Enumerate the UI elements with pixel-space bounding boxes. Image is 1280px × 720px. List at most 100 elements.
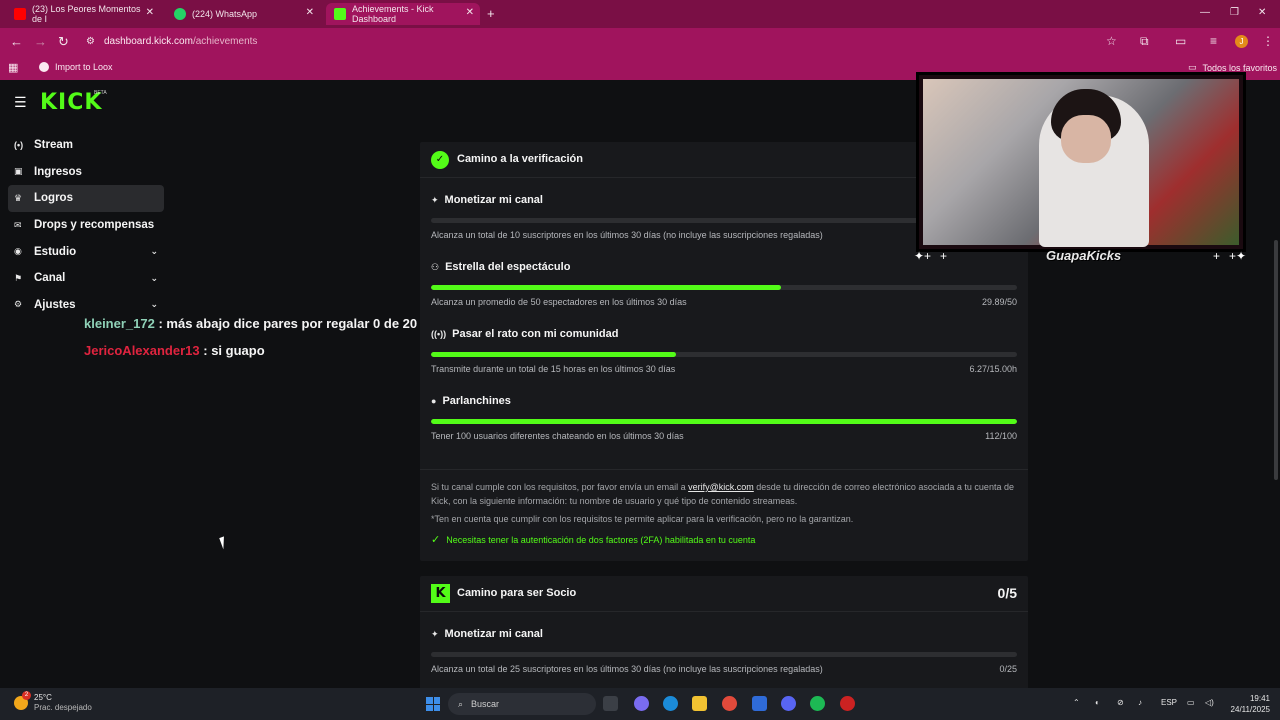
sidebar-item-logros[interactable]: ♛ Logros — [8, 185, 164, 212]
maximize-icon[interactable]: ❐ — [1230, 7, 1239, 18]
star-icon[interactable]: ☆ — [1106, 34, 1117, 48]
tray-app-icon[interactable]: ◐ — [1095, 698, 1100, 707]
mouse-cursor — [219, 534, 233, 550]
edge-icon[interactable] — [663, 696, 678, 711]
app-icon[interactable] — [840, 696, 855, 711]
file-explorer-icon[interactable] — [692, 696, 707, 711]
sidebar-item-label: Ajustes — [34, 298, 76, 311]
achievement-title: ✦ Monetizar mi canal — [431, 628, 543, 640]
sidebar-item-canal[interactable]: ⚑ Canal ⌄ — [8, 265, 164, 292]
achievement-title: ((•)) Pasar el rato con mi comunidad — [431, 328, 618, 340]
youtube-icon — [14, 8, 26, 20]
apps-grid-icon[interactable]: ▦ — [8, 61, 18, 74]
achievement-item: ✦ Monetizar mi canal Alcanza un total de … — [420, 612, 1028, 679]
achievement-item: ● Parlanchines Tener 100 usuarios diferen… — [420, 379, 1028, 446]
chevron-down-icon[interactable]: ⌄ — [150, 299, 158, 310]
chat-separator: : — [199, 343, 212, 358]
taskbar-search[interactable]: ⌕ Buscar — [448, 693, 596, 715]
weather-widget[interactable]: 2 25°C Prac. despejado — [14, 691, 92, 713]
sparkle-icon: + — [1213, 249, 1221, 263]
close-icon[interactable]: ✕ — [466, 7, 474, 18]
achievement-item: ⚇ Estrella del espectáculo Alcanza un pro… — [420, 245, 1028, 312]
sidebar-item-label: Ingresos — [34, 165, 82, 178]
sidebar-item-ajustes[interactable]: ⚙ Ajustes ⌄ — [8, 292, 164, 319]
kick-icon — [334, 8, 346, 20]
beta-badge: BETA — [94, 90, 107, 96]
sidebar-item-drops[interactable]: ✉ Drops y recompensas — [8, 212, 164, 239]
twofa-text: Necesitas tener la autenticación de dos … — [446, 534, 756, 545]
achievement-title: ● Parlanchines — [431, 395, 511, 407]
chrome-icon[interactable] — [722, 696, 737, 711]
close-icon[interactable]: ✕ — [306, 7, 314, 18]
forward-icon[interactable]: → — [34, 34, 47, 49]
viewers-icon: ⚇ — [431, 261, 440, 272]
broadcast-icon: ((•)) — [431, 329, 447, 339]
extensions-icon[interactable]: ⧉ — [1140, 34, 1149, 49]
achievement-title-text: Estrella del espectáculo — [445, 261, 571, 273]
sun-icon: 2 — [14, 691, 31, 710]
url-domain: dashboard.kick.com — [104, 36, 193, 47]
chat-message: JericoAlexander13 : si guapo — [84, 343, 265, 358]
task-view-icon[interactable] — [603, 696, 618, 711]
chevron-down-icon[interactable]: ⌄ — [150, 273, 158, 284]
menu-kebab-icon[interactable]: ⋮ — [1262, 34, 1274, 48]
store-icon[interactable] — [752, 696, 767, 711]
bookmark-label: Todos los favoritos — [1202, 62, 1278, 73]
minimize-icon[interactable]: — — [1200, 7, 1210, 18]
achievement-description: Alcanza un total de 10 suscriptores en l… — [431, 230, 823, 240]
achievement-value: 0/25 — [999, 664, 1017, 674]
sidebar-item-label: Stream — [34, 139, 73, 152]
tab-whatsapp[interactable]: (224) WhatsApp ✕ — [166, 3, 320, 25]
sidebar-item-estudio[interactable]: ◉ Estudio ⌄ — [8, 238, 164, 265]
webcam-overlay — [916, 72, 1246, 252]
taskbar-clock[interactable]: 19:41 24/11/2025 — [1231, 693, 1270, 715]
achievement-value: 112/100 — [985, 431, 1017, 441]
url-path: /achievements — [192, 36, 258, 47]
discord-icon[interactable] — [781, 696, 796, 711]
microphone-icon[interactable]: ♪ — [1138, 698, 1142, 707]
partner-card: K Camino para ser Socio 0/5 ✦ Monetizar m… — [420, 576, 1028, 688]
cast-icon[interactable]: ▭ — [1175, 34, 1186, 48]
browser-tab-bar: (23) Los Peores Momentos de I ✕ (224) Wh… — [0, 0, 1280, 28]
site-info-icon[interactable]: ⚙ — [86, 36, 95, 47]
tray-chevron-icon[interactable]: ⌃ — [1073, 698, 1080, 707]
achievement-description: Alcanza un total de 25 suscriptores en l… — [431, 664, 823, 674]
sidebar-item-ingresos[interactable]: ▣ Ingresos — [8, 159, 164, 186]
close-icon[interactable]: ✕ — [146, 7, 154, 18]
copilot-icon[interactable] — [634, 696, 649, 711]
hamburger-menu-icon[interactable]: ☰ — [14, 94, 27, 111]
new-tab-button[interactable]: + — [487, 6, 495, 21]
sidebar-item-stream[interactable]: (•) Stream — [8, 132, 164, 159]
back-icon[interactable]: ← — [10, 34, 23, 49]
url-field[interactable]: dashboard.kick.com/achievements — [104, 36, 257, 47]
tab-youtube[interactable]: (23) Los Peores Momentos de I ✕ — [6, 3, 160, 25]
language-indicator[interactable]: ESP — [1161, 698, 1177, 707]
page-scrollbar[interactable] — [1274, 240, 1278, 480]
email-link[interactable]: verify@kick.com — [688, 482, 754, 492]
kick-badge-icon: K — [431, 584, 450, 603]
windows-taskbar: 2 25°C Prac. despejado ⌕ Buscar ⌃ ◐ ⊘ ♪ … — [0, 688, 1280, 720]
profile-avatar[interactable]: J — [1235, 35, 1248, 48]
sparkle-icon: ✦ — [431, 194, 439, 205]
info-text: Si tu canal cumple con los requisitos, p… — [431, 482, 689, 492]
wifi-icon[interactable]: ▭ — [1187, 698, 1195, 707]
sidebar-item-label: Logros — [34, 192, 73, 205]
achievement-value: 29.89/50 — [981, 297, 1017, 307]
tab-title: (224) WhatsApp — [192, 9, 258, 19]
address-bar: ← → ↻ ⚙ dashboard.kick.com/achievements … — [0, 28, 1280, 56]
tab-achievements[interactable]: Achievements - Kick Dashboard ✕ — [326, 3, 480, 25]
bookmark-import-loox[interactable]: Import to Loox — [39, 62, 113, 72]
volume-icon[interactable]: ◁) — [1205, 698, 1214, 707]
media-icon[interactable]: ≡ — [1210, 34, 1217, 48]
tray-network-icon[interactable]: ⊘ — [1117, 698, 1124, 707]
chevron-down-icon[interactable]: ⌄ — [150, 246, 158, 257]
spotify-icon[interactable] — [810, 696, 825, 711]
verification-info: Si tu canal cumple con los requisitos, p… — [431, 481, 1021, 508]
close-window-icon[interactable]: ✕ — [1258, 7, 1266, 18]
stream-icon: (•) — [14, 140, 24, 151]
weather-badge: 2 — [22, 691, 31, 700]
sidebar-item-label: Estudio — [34, 245, 77, 258]
reload-icon[interactable]: ↻ — [58, 34, 69, 50]
windows-start-icon[interactable] — [426, 697, 440, 711]
achievement-title: ✦ Monetizar mi canal — [431, 194, 543, 206]
